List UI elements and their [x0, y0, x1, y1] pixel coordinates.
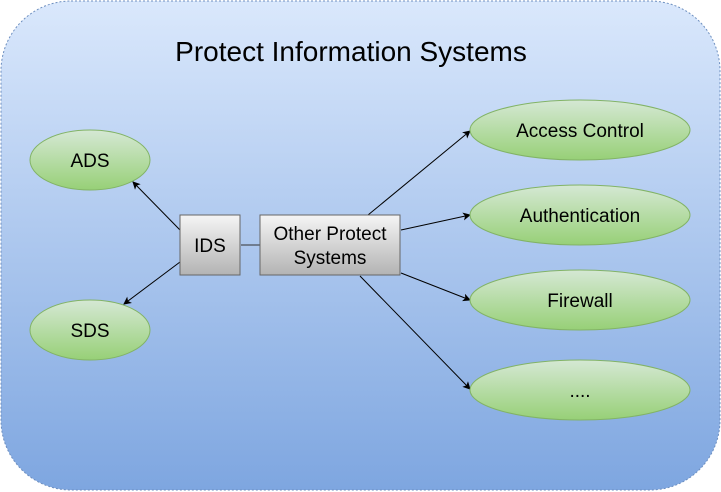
- label-authentication: Authentication: [520, 206, 640, 227]
- label-more: ....: [569, 381, 590, 402]
- label-access-control: Access Control: [516, 121, 644, 142]
- label-sds: SDS: [70, 321, 109, 342]
- label-ids: IDS: [194, 236, 226, 257]
- label-other-line1: Other Protect: [274, 224, 388, 245]
- label-other-line2: Systems: [294, 248, 367, 269]
- label-firewall: Firewall: [547, 291, 612, 312]
- label-ads: ADS: [70, 151, 109, 172]
- diagram: Protect Information Systems ADS SDS IDS …: [0, 0, 721, 491]
- diagram-title: Protect Information Systems: [175, 36, 527, 67]
